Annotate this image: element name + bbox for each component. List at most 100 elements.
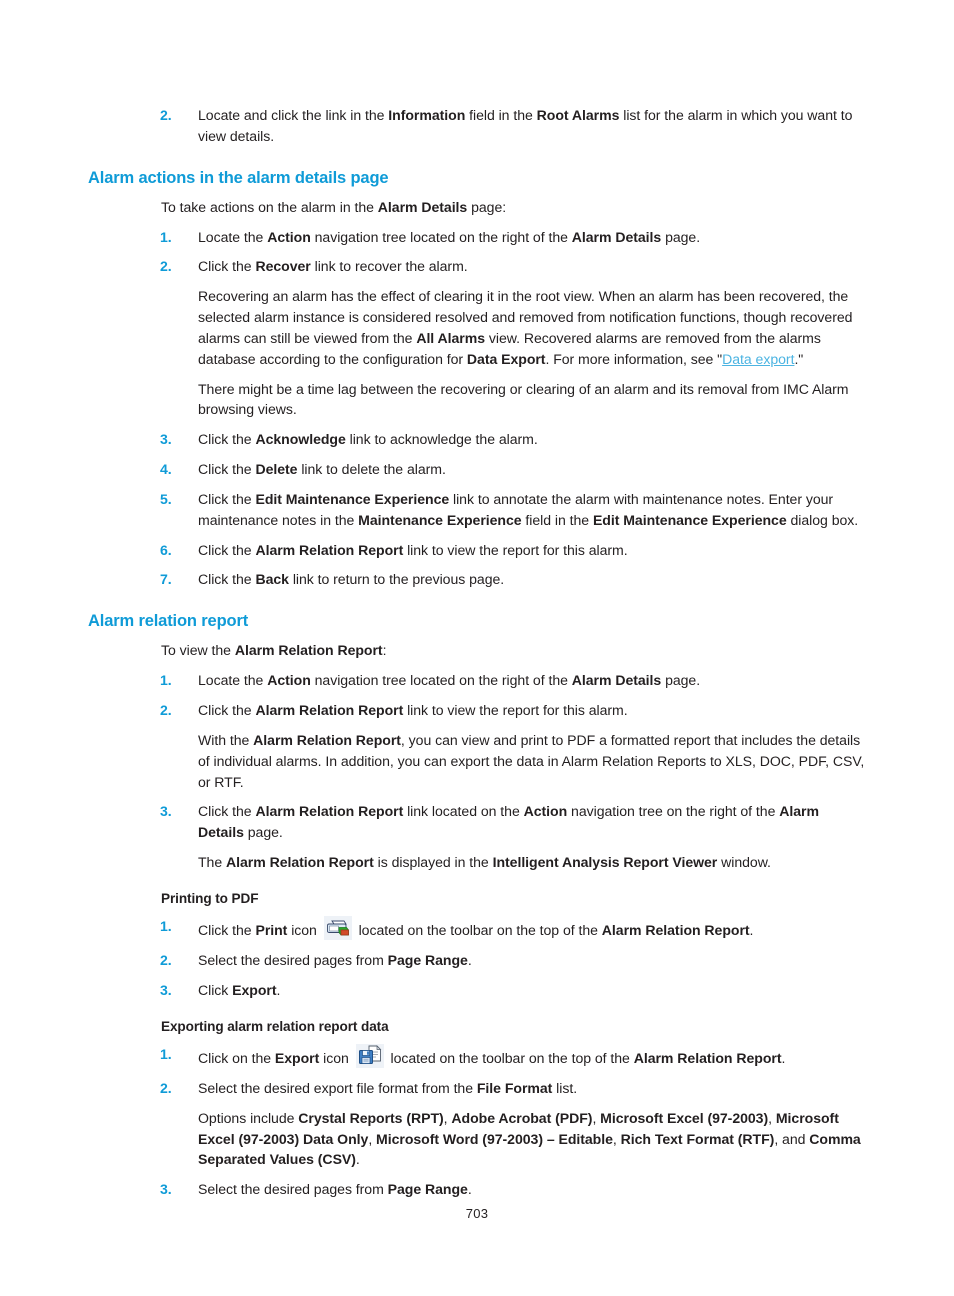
step-text-1: Click the [198, 431, 256, 448]
data-export-link[interactable]: Data export [722, 351, 794, 367]
step-bold-2: Alarm Details [571, 672, 662, 689]
step-bold-1: Alarm Relation Report [255, 803, 404, 820]
heading-block-alarm-actions: Alarm actions in the alarm details page [88, 169, 868, 188]
step-text-2: link to view the report for this alarm. [403, 701, 628, 718]
step-text-2: navigation tree located on the right of … [310, 228, 572, 245]
step-bold-2: Alarm Relation Report [633, 1050, 782, 1067]
step-text-3: navigation tree on the right of the [567, 803, 780, 820]
step-bold-2: Alarm Details [571, 228, 662, 245]
step-bold-2: Action [523, 803, 568, 820]
step-text-1: Click the [198, 258, 256, 275]
viewer-text-1: The [198, 854, 227, 871]
step-text-1: Click the [198, 571, 256, 588]
intro-text-2: page: [467, 198, 507, 215]
recover-bold-1: All Alarms [416, 329, 486, 346]
step-number: 3. [160, 981, 172, 998]
heading-block-alarm-relation-report: Alarm relation report [88, 612, 868, 631]
step-text-3: page. [661, 672, 701, 689]
print-icon[interactable] [323, 916, 352, 941]
page-title-alarm-actions: Alarm actions in the alarm details page [88, 168, 389, 187]
step-text-2: field in the [465, 107, 537, 123]
viewer-bold-1: Alarm Relation Report [226, 854, 374, 871]
step-text-3: located on the toolbar on the top of the [386, 1050, 634, 1067]
step-number: 1. [160, 1046, 172, 1063]
step-bold-1: Export [232, 981, 277, 998]
step-number: 2. [160, 258, 172, 275]
viewer-text-2: is displayed in the [373, 854, 493, 871]
options-bold-3: Microsoft Excel (97-2003) [600, 1109, 769, 1126]
step-text-1: Click the [198, 922, 256, 939]
step-text-1: Locate the [198, 228, 268, 245]
intro-text-2: : [382, 642, 387, 659]
list-item: 3. Click the Alarm Relation Report link l… [88, 801, 868, 843]
step-bold-1: File Format [476, 1079, 553, 1096]
exporting-data-step-list: 1. Click on the Export icon located on th… [88, 1044, 868, 1099]
step-text-3: located on the toolbar on the top of the [354, 922, 602, 939]
recover-paragraph-2: There might be a time lag between the re… [88, 379, 868, 421]
intro-paragraph-relation-report: To view the Alarm Relation Report: [88, 640, 868, 661]
step-text-2: . [276, 981, 281, 998]
viewer-text-3: window. [717, 854, 771, 871]
step-bold-1: Information [388, 107, 466, 123]
step-bold-1: Delete [255, 461, 298, 478]
options-bold-6: Rich Text Format (RTF) [620, 1130, 775, 1147]
export-options-paragraph: Options include Crystal Reports (RPT), A… [88, 1108, 868, 1171]
step-number: 3. [160, 803, 172, 820]
step-text-1: Select the desired export file format fr… [198, 1079, 477, 1096]
step-text-1: Select the desired pages from [198, 1181, 388, 1198]
step-text-4: . [749, 922, 754, 939]
step-bold-2: Alarm Relation Report [601, 922, 750, 939]
step-text-2: link to delete the alarm. [297, 461, 446, 478]
step-text-1: Click the [198, 803, 256, 820]
recover-text-3: . For more information, see " [545, 350, 723, 367]
step-text-2: . [467, 952, 472, 969]
list-item: 5. Click the Edit Maintenance Experience … [88, 489, 868, 531]
step-bold-1: Acknowledge [255, 431, 346, 448]
export-icon[interactable] [355, 1044, 384, 1069]
step-bold-2: Maintenance Experience [358, 511, 522, 528]
subheading-printing-to-pdf: Printing to PDF [161, 890, 259, 906]
options-text-4: , [768, 1109, 776, 1126]
intro-text-1: To view the [161, 642, 235, 659]
step-text-1: Locate and click the link in the [198, 107, 389, 123]
list-item: 1. Locate the Action navigation tree loca… [88, 670, 868, 691]
document-page: 2. Locate and click the link in the Infor… [0, 0, 954, 1296]
step-text-2: link located on the [403, 803, 524, 820]
recover-bold-2: Data Export [466, 350, 546, 367]
relation-report-step-list: 1. Locate the Action navigation tree loca… [88, 670, 868, 721]
list-item: 2. Select the desired pages from Page Ran… [88, 950, 868, 971]
step-text-1: Click on the [198, 1050, 275, 1067]
step-number: 4. [160, 461, 172, 478]
step-bold-1: Action [267, 228, 311, 245]
step-bold-1: Page Range [387, 952, 468, 969]
step-number: 3. [160, 1181, 172, 1198]
step-text-1: Click the [198, 461, 256, 478]
step-text-1: Click [198, 981, 233, 998]
step-number: 2. [160, 107, 172, 123]
step-text-2: link to view the report for this alarm. [403, 541, 628, 558]
step-number: 3. [160, 431, 172, 448]
recover-paragraph-1: Recovering an alarm has the effect of cl… [88, 286, 868, 369]
report-description-paragraph: With the Alarm Relation Report, you can … [88, 730, 868, 793]
step-bold-1: Export [274, 1050, 320, 1067]
step-text-3: field in the [521, 511, 593, 528]
step-number: 7. [160, 571, 172, 588]
step-text-2: icon [287, 922, 321, 939]
list-item: 1. Click on the Export icon located on th… [88, 1044, 868, 1069]
options-text-7: , and [774, 1130, 810, 1147]
list-item: 7. Click the Back link to return to the p… [88, 569, 868, 590]
step-text-2: link to acknowledge the alarm. [345, 431, 538, 448]
step-bold-1: Alarm Relation Report [255, 701, 404, 718]
report-text-1: With the [198, 731, 254, 748]
list-item: 3. Click Export. [88, 980, 868, 1001]
list-item: 6. Click the Alarm Relation Report link t… [88, 540, 868, 561]
step-text-4: . [781, 1050, 786, 1067]
intro-text-1: To take actions on the alarm in the [161, 198, 378, 215]
printing-to-pdf-step-list: 1. Click the Print icon located on the to… [88, 916, 868, 1001]
alarm-actions-step-list-2: 3. Click the Acknowledge link to acknowle… [88, 429, 868, 590]
step-text-2: icon [319, 1050, 353, 1067]
step-number: 2. [160, 952, 172, 969]
step-text-2: list. [552, 1079, 578, 1096]
step-bold-1: Page Range [387, 1181, 468, 1198]
alarm-actions-step-list: 1. Locate the Action navigation tree loca… [88, 227, 868, 278]
